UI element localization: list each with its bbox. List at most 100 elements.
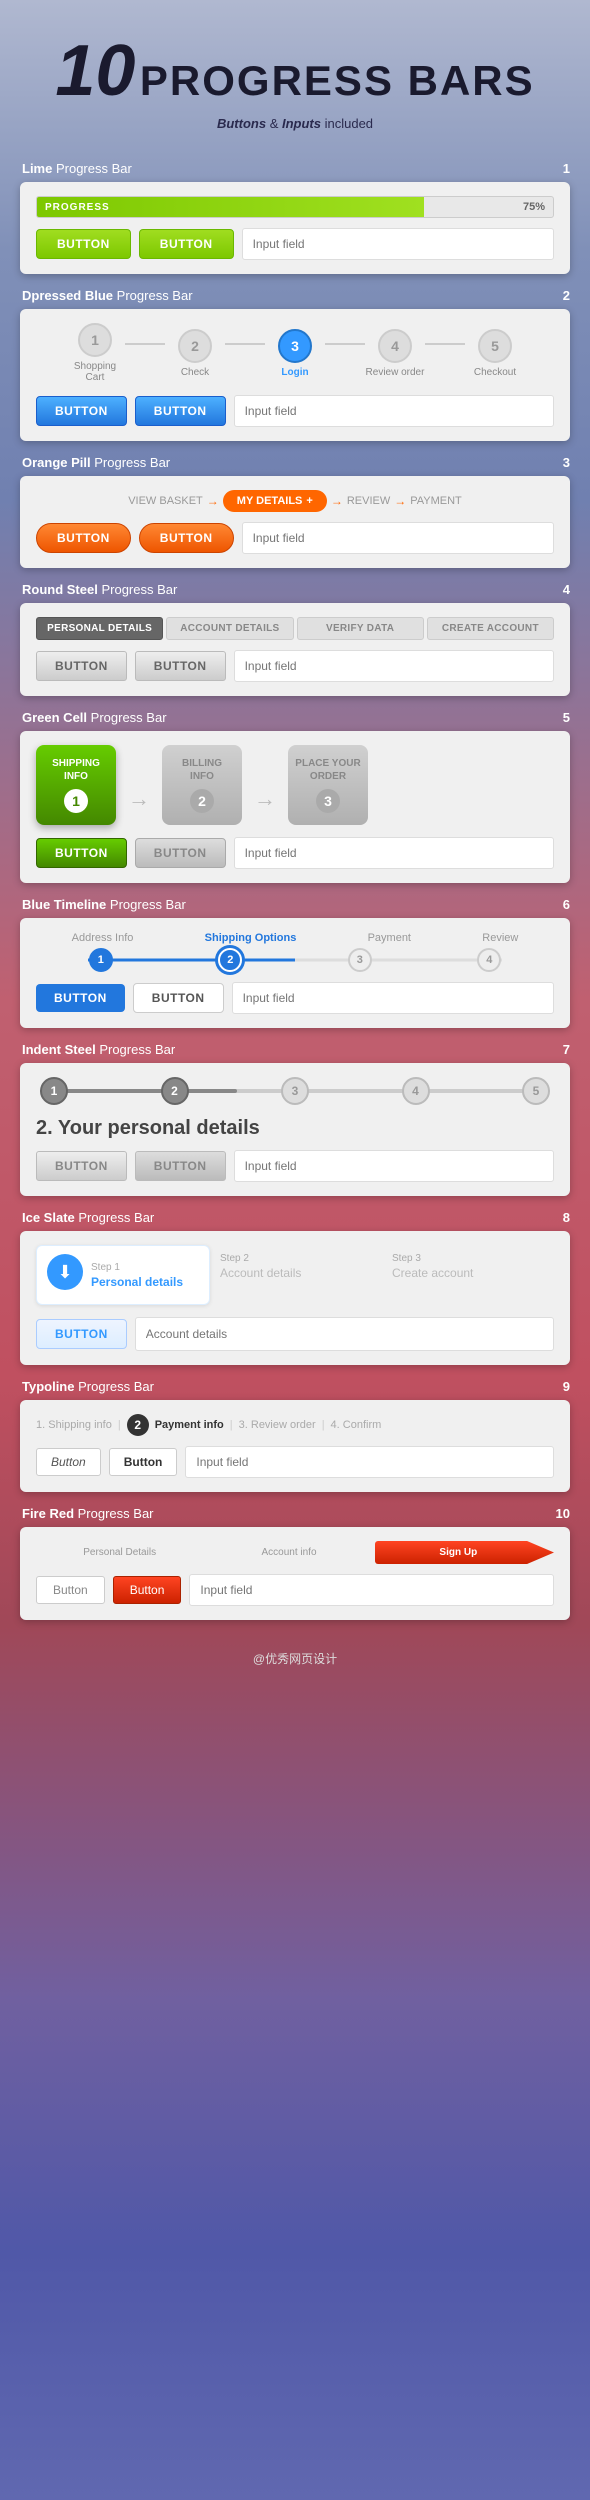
indent-dot-2: 2 [161, 1077, 189, 1105]
lime-button2[interactable]: BUTTON [139, 229, 234, 259]
timeline-labels: Address Info Shipping Options Payment Re… [36, 932, 554, 944]
timeline-button2[interactable]: Button [133, 983, 224, 1013]
section6-card: Address Info Shipping Options Payment Re… [20, 918, 570, 1028]
timeline-track: 1 2 3 4 [36, 948, 554, 972]
indent-input[interactable] [234, 1150, 554, 1182]
section10-label-bold: Fire Red [22, 1506, 74, 1521]
steel-tab-1[interactable]: PERSONAL DETAILS [36, 617, 163, 640]
typo-input[interactable] [185, 1446, 554, 1478]
fire-tab-3[interactable]: Sign Up [375, 1541, 554, 1564]
section2-num: 2 [563, 288, 570, 303]
ice-step-3: Step 3 Create account [382, 1245, 554, 1288]
blue-input[interactable] [234, 395, 554, 427]
header-subtitle: Buttons & Inputs included [20, 116, 570, 131]
steel-tab-3[interactable]: VERIFY DATA [297, 617, 424, 640]
ice-step-1: ⬇ Step 1 Personal details [36, 1245, 210, 1305]
typo-controls: Button Button [36, 1446, 554, 1478]
tl-dot-1: 1 [89, 948, 113, 972]
header-title: PROGRESS BARS [140, 57, 535, 104]
orange-input[interactable] [242, 522, 554, 554]
tl-label-2: Shipping Options [205, 932, 297, 944]
typo-step-label-2: Payment info [155, 1419, 224, 1431]
steel-tab-4[interactable]: CREATE ACCOUNT [427, 617, 554, 640]
section-7-indent: Indent Steel Progress Bar 7 1 2 3 4 5 2.… [20, 1042, 570, 1196]
fire-tab-2[interactable]: Account info [205, 1541, 372, 1564]
tl-line-active [88, 959, 295, 962]
section-1-lime: Lime Progress Bar 1 PROGRESS 75% BUTTON … [20, 161, 570, 274]
indent-line-active [40, 1089, 237, 1093]
blue-button1[interactable]: Button [36, 396, 127, 426]
pill-arrow-1: → [207, 494, 219, 508]
indent-dot-1: 1 [40, 1077, 68, 1105]
green-button2[interactable]: BUTTON [135, 838, 226, 868]
fire-button2[interactable]: Button [113, 1576, 182, 1604]
lime-controls: BUTTON BUTTON [36, 228, 554, 260]
blue-step-4: 4 Review order [365, 329, 425, 378]
green-arrow-2: → [254, 786, 276, 812]
steel-button2[interactable]: BUTTON [135, 651, 226, 681]
fire-button1[interactable]: Button [36, 1576, 105, 1604]
section-6-timeline: Blue Timeline Progress Bar 6 Address Inf… [20, 897, 570, 1028]
blue-step-2: 2 Check [165, 329, 225, 378]
section8-num: 8 [563, 1210, 570, 1225]
header-num: 10 [55, 31, 135, 111]
section5-label-bold: Green Cell [22, 710, 87, 725]
lime-button1[interactable]: BUTTON [36, 229, 131, 259]
section-9-typo: Typoline Progress Bar 9 1. Shipping info… [20, 1379, 570, 1492]
section7-card: 1 2 3 4 5 2. Your personal details Butto… [20, 1063, 570, 1196]
indent-button2[interactable]: Button [135, 1151, 226, 1181]
fire-tab-1[interactable]: Personal Details [36, 1541, 203, 1564]
steel-controls: BUTTON BUTTON [36, 650, 554, 682]
ice-step-num-1: Step 1 [91, 1262, 183, 1273]
fire-tab-row: Personal Details Account info Sign Up [36, 1541, 554, 1564]
steel-tab-2[interactable]: ACCOUNT DETAILS [166, 617, 293, 640]
pill-arrow-2: → [331, 494, 343, 508]
section-3-orange: Orange Pill Progress Bar 3 VIEW BASKET →… [20, 455, 570, 568]
step-circle-5: 5 [478, 329, 512, 363]
steel-input[interactable] [234, 650, 554, 682]
connector-4-5 [425, 343, 465, 345]
section9-num: 9 [563, 1379, 570, 1394]
step-circle-3: 3 [278, 329, 312, 363]
connector-1-2 [125, 343, 165, 345]
blue-button2[interactable]: Button [135, 396, 226, 426]
fire-input[interactable] [189, 1574, 554, 1606]
section-5-green: Green Cell Progress Bar 5 SHIPPINGINFO 1… [20, 710, 570, 883]
tl-dot-3: 3 [348, 948, 372, 972]
section-2-blue: Dpressed Blue Progress Bar 2 1 Shopping … [20, 288, 570, 441]
timeline-button1[interactable]: Button [36, 984, 125, 1012]
green-num-1: 1 [64, 789, 88, 813]
lime-pct: 75% [523, 201, 545, 213]
green-num-3: 3 [316, 789, 340, 813]
green-step-2: BILLINGINFO 2 [162, 745, 242, 825]
lime-bar-fill: PROGRESS [37, 197, 424, 217]
fire-controls: Button Button [36, 1574, 554, 1606]
green-input[interactable] [234, 837, 554, 869]
indent-track: 1 2 3 4 5 [36, 1077, 554, 1105]
typo-step-3: 3. Review order [239, 1419, 316, 1431]
tl-label-4: Review [482, 932, 518, 944]
section5-card: SHIPPINGINFO 1 → BILLINGINFO 2 → PLACE Y… [20, 731, 570, 883]
ice-button[interactable]: Button [36, 1319, 127, 1349]
section1-card: PROGRESS 75% BUTTON BUTTON [20, 182, 570, 274]
timeline-input[interactable] [232, 982, 554, 1014]
section10-num: 10 [556, 1506, 570, 1521]
steel-button1[interactable]: BUTTON [36, 651, 127, 681]
lime-input[interactable] [242, 228, 554, 260]
step-label-4: Review order [365, 367, 425, 378]
step-circle-4: 4 [378, 329, 412, 363]
green-box-2: BILLINGINFO 2 [162, 745, 242, 825]
ice-step-label-1: Personal details [91, 1275, 183, 1289]
page-footer: @优秀网页设计 [0, 1634, 590, 1687]
step-label-5: Checkout [465, 367, 525, 378]
indent-button1[interactable]: Button [36, 1151, 127, 1181]
orange-button2[interactable]: BUTTON [139, 523, 234, 553]
typo-button2[interactable]: Button [109, 1448, 178, 1476]
green-button1[interactable]: BUTTON [36, 838, 127, 868]
ice-input[interactable] [135, 1317, 554, 1351]
blue-controls: Button Button [36, 395, 554, 427]
typo-button1[interactable]: Button [36, 1448, 101, 1476]
orange-button1[interactable]: BUTTON [36, 523, 131, 553]
section-4-steel: Round Steel Progress Bar 4 PERSONAL DETA… [20, 582, 570, 696]
subtitle-buttons: Buttons [217, 116, 266, 131]
